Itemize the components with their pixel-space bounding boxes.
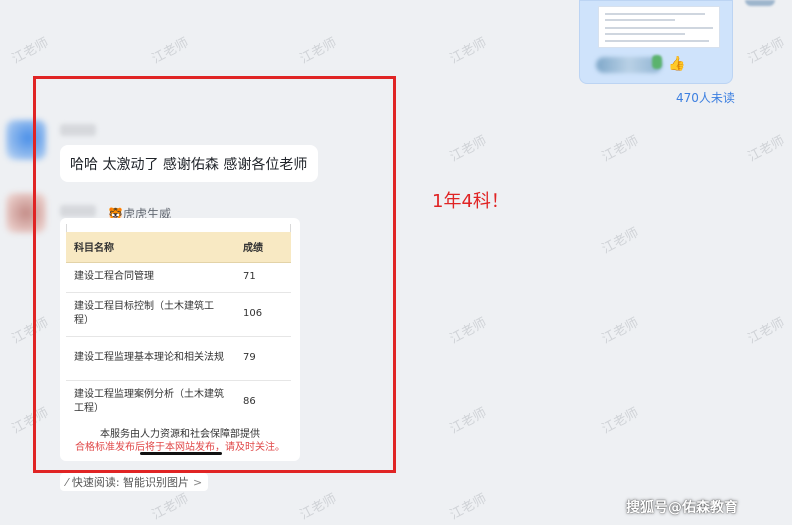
quick-read-label: 快速阅读: 智能识别图片 — [71, 476, 190, 489]
watermark: 江老师 — [745, 35, 788, 68]
magic-wand-icon: ⁄ — [66, 475, 68, 489]
unread-count-link[interactable]: 470人未读 — [676, 89, 735, 106]
sent-image-thumbnail[interactable] — [598, 6, 720, 48]
watermark: 江老师 — [745, 315, 788, 348]
watermark: 江老师 — [149, 491, 192, 524]
source-watermark: 搜狐号@佑森教育 — [626, 500, 738, 516]
watermark: 江老师 — [447, 491, 490, 524]
highlight-frame — [33, 76, 396, 473]
watermark: 江老师 — [149, 35, 192, 68]
watermark: 江老师 — [297, 491, 340, 524]
watermark: 江老师 — [447, 35, 490, 68]
watermark: 江老师 — [599, 315, 642, 348]
chevron-right-icon: > — [193, 475, 203, 489]
avatar[interactable] — [745, 0, 775, 6]
watermark: 江老师 — [599, 133, 642, 166]
watermark: 江老师 — [447, 405, 490, 438]
quick-read-button[interactable]: ⁄ 快速阅读: 智能识别图片 > — [60, 473, 209, 491]
annotation-note: 1年4科！ — [432, 191, 509, 212]
watermark: 江老师 — [9, 35, 52, 68]
watermark: 江老师 — [599, 405, 642, 438]
watermark: 江老师 — [297, 35, 340, 68]
watermark: 江老师 — [447, 315, 490, 348]
watermark: 江老师 — [599, 225, 642, 258]
watermark: 江老师 — [447, 133, 490, 166]
blurred-content — [652, 55, 662, 69]
watermark: 江老师 — [745, 133, 788, 166]
thumbs-up-icon: 👍 — [668, 56, 686, 72]
